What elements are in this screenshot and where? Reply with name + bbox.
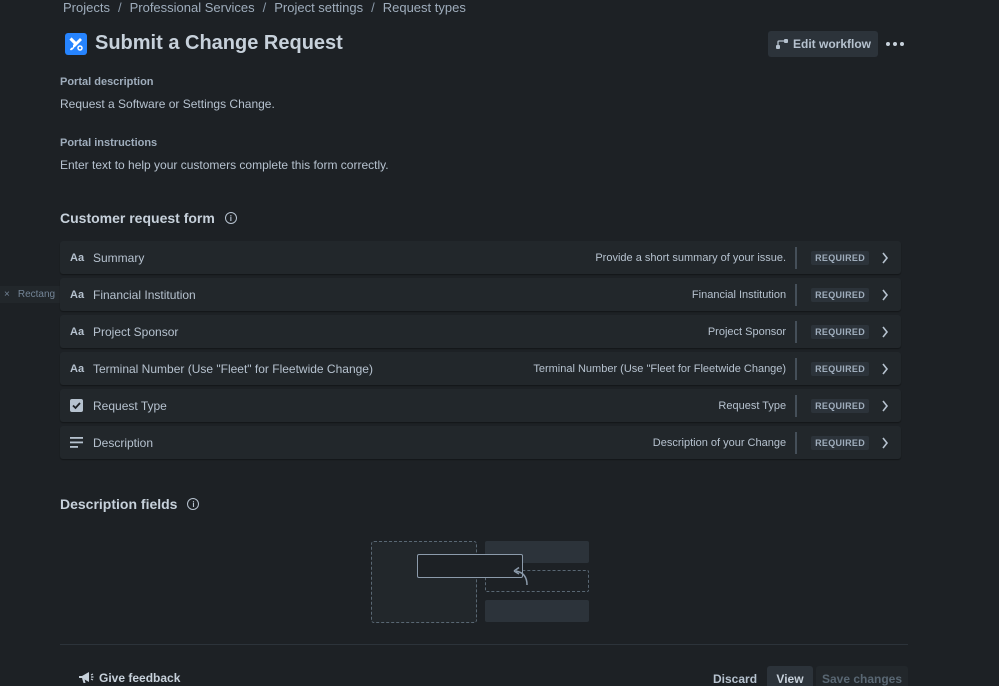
megaphone-icon xyxy=(79,672,94,683)
required-badge: REQUIRED xyxy=(811,361,869,376)
workflow-icon xyxy=(776,39,788,49)
curved-arrow-icon xyxy=(513,566,528,586)
drop-zone-illustration xyxy=(371,541,591,625)
ghost-drag-tab: × Rectang xyxy=(0,286,62,303)
discard-button[interactable]: Discard xyxy=(706,666,764,686)
save-changes-button[interactable]: Save changes xyxy=(816,666,908,686)
chevron-right-icon xyxy=(881,252,891,264)
footer-divider xyxy=(60,644,908,645)
give-feedback-button[interactable]: Give feedback xyxy=(78,671,180,685)
field-row-project-sponsor[interactable]: Aa Project Sponsor Project Sponsor REQUI… xyxy=(60,315,901,348)
field-name: Summary xyxy=(93,250,145,265)
illustration-block xyxy=(485,600,589,622)
page-header: Submit a Change Request xyxy=(65,32,343,55)
field-name: Financial Institution xyxy=(93,287,196,302)
field-row-terminal-number[interactable]: Aa Terminal Number (Use "Fleet" for Flee… xyxy=(60,352,901,385)
more-dot-icon xyxy=(886,42,890,46)
more-dot-icon xyxy=(893,42,897,46)
text-field-icon: Aa xyxy=(70,362,85,375)
more-actions-button[interactable] xyxy=(884,35,906,53)
more-dot-icon xyxy=(900,42,904,46)
breadcrumb-separator: / xyxy=(117,0,122,15)
portal-instructions-text[interactable]: Enter text to help your customers comple… xyxy=(60,158,389,172)
checkbox-icon xyxy=(70,399,86,412)
text-field-icon: Aa xyxy=(70,251,85,264)
page-title: Submit a Change Request xyxy=(95,32,343,54)
required-badge: REQUIRED xyxy=(811,250,869,265)
field-description: Description of your Change xyxy=(653,431,798,454)
field-description: Project Sponsor xyxy=(708,320,798,343)
portal-description-text[interactable]: Request a Software or Settings Change. xyxy=(60,97,275,111)
breadcrumb-request-types[interactable]: Request types xyxy=(383,0,466,15)
text-field-icon: Aa xyxy=(70,325,85,338)
illustration-dragged-field xyxy=(417,554,523,578)
breadcrumb-professional-services[interactable]: Professional Services xyxy=(130,0,255,15)
view-button[interactable]: View xyxy=(767,666,813,686)
edit-workflow-label: Edit workflow xyxy=(793,37,871,51)
give-feedback-label: Give feedback xyxy=(99,671,181,685)
info-icon[interactable]: i xyxy=(187,498,200,510)
field-row-financial-institution[interactable]: Aa Financial Institution Financial Insti… xyxy=(60,278,901,311)
breadcrumb-separator: / xyxy=(371,0,375,15)
required-badge: REQUIRED xyxy=(811,287,869,302)
field-name: Description xyxy=(93,435,154,450)
required-badge: REQUIRED xyxy=(811,324,869,339)
portal-description-label: Portal description xyxy=(60,76,154,88)
breadcrumb-separator: / xyxy=(262,0,267,15)
field-name: Terminal Number (Use "Fleet" for Fleetwi… xyxy=(93,361,373,376)
required-badge: REQUIRED xyxy=(811,435,869,450)
field-name: Request Type xyxy=(93,398,167,413)
field-row-summary[interactable]: Aa Summary Provide a short summary of yo… xyxy=(60,241,901,274)
field-row-request-type[interactable]: Request Type Request Type REQUIRED xyxy=(60,389,901,422)
chevron-right-icon xyxy=(881,289,891,301)
breadcrumb-projects[interactable]: Projects xyxy=(63,0,110,15)
breadcrumb: Projects / Professional Services / Proje… xyxy=(63,0,466,15)
field-description: Request Type xyxy=(718,394,798,417)
field-description: Terminal Number (Use "Fleet for Fleetwid… xyxy=(533,357,798,380)
breadcrumb-project-settings[interactable]: Project settings xyxy=(274,0,363,15)
required-badge: REQUIRED xyxy=(811,398,869,413)
edit-workflow-button[interactable]: Edit workflow xyxy=(768,31,878,57)
field-name: Project Sponsor xyxy=(93,324,179,339)
request-type-tools-icon[interactable] xyxy=(65,32,87,55)
customer-request-form-title: Customer request form i xyxy=(60,210,237,226)
description-fields-title: Description fields i xyxy=(60,496,200,512)
field-description: Provide a short summary of your issue. xyxy=(595,246,798,269)
field-description: Financial Institution xyxy=(692,283,798,306)
customer-request-form-heading: Customer request form xyxy=(60,210,215,226)
info-icon[interactable]: i xyxy=(224,212,237,224)
ghost-drag-label: Rectang xyxy=(17,289,56,300)
text-field-icon: Aa xyxy=(70,288,85,301)
close-icon: × xyxy=(4,289,10,300)
chevron-right-icon xyxy=(881,363,891,375)
chevron-right-icon xyxy=(881,400,891,412)
field-row-description[interactable]: Description Description of your Change R… xyxy=(60,426,901,459)
paragraph-icon xyxy=(70,437,86,448)
description-fields-heading: Description fields xyxy=(60,496,178,512)
chevron-right-icon xyxy=(881,326,891,338)
portal-instructions-label: Portal instructions xyxy=(60,137,158,149)
request-form-fields: Aa Summary Provide a short summary of yo… xyxy=(60,241,901,463)
chevron-right-icon xyxy=(881,437,891,449)
